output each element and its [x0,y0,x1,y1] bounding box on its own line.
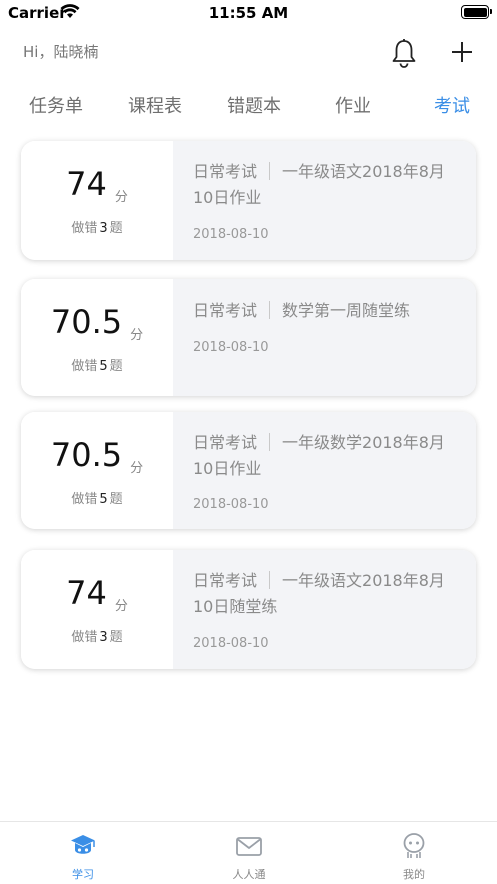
exam-card[interactable]: 74 分 做错 3 题 日常考试 一年级语文2018年8月10日随堂练 2018-08-… [21,550,476,669]
mail-icon [236,837,262,856]
exam-date: 2018-08-10 [193,636,269,651]
score-value: 74 [66,574,107,612]
exam-type: 日常考试 [193,301,258,320]
status-time: 11:55 AM [208,4,289,22]
exam-date: 2018-08-10 [193,227,269,242]
tabbar-item-study[interactable]: 学习 [33,822,133,884]
divider [269,301,271,319]
status-bar: Carrier 11:55 AM [0,0,497,26]
score-value: 70.5 [50,436,123,474]
exam-date: 2018-08-10 [193,340,269,355]
exam-name: 数学第一周随堂练 [282,301,411,320]
plus-icon[interactable] [450,40,474,64]
exam-info-panel: 日常考试 数学第一周随堂练 2018-08-10 [173,279,476,396]
divider [269,433,271,451]
exam-title: 日常考试 一年级语文2018年8月10日随堂练 [193,568,456,620]
profile-icon [403,833,425,858]
tabbar-item-me[interactable]: 我的 [364,822,464,884]
bell-icon[interactable] [390,38,418,68]
greeting-text: Hi，陆晓楠 [23,43,99,61]
exam-title: 日常考试 一年级语文2018年8月10日作业 [193,159,456,211]
wrong-count: 做错 5 题 [71,359,123,374]
tabbar-item-messages[interactable]: 人人通 [199,822,299,884]
exam-info-panel: 日常考试 一年级语文2018年8月10日作业 2018-08-10 [173,141,476,260]
exam-title: 日常考试 一年级数学2018年8月10日作业 [193,430,456,482]
tab-homework[interactable]: 作业 [335,92,371,118]
tabbar-label: 我的 [403,868,425,881]
tab-task-list[interactable]: 任务单 [29,92,83,118]
divider [269,162,271,180]
score-unit: 分 [114,599,128,614]
wrong-count: 做错 3 题 [71,221,123,236]
tabbar-label: 学习 [72,868,94,881]
tab-exam[interactable]: 考试 [434,92,470,118]
tab-schedule[interactable]: 课程表 [128,92,182,118]
tabbar-label: 人人通 [232,868,266,881]
wrong-count: 做错 5 题 [71,492,123,507]
score-unit: 分 [130,328,144,343]
score-panel: 74 分 做错 3 题 [21,141,173,260]
top-tabs: 任务单 课程表 错题本 作业 考试 [0,88,497,122]
tab-mistake-book[interactable]: 错题本 [227,92,281,118]
exam-type: 日常考试 [193,433,258,452]
exam-type: 日常考试 [193,162,258,181]
battery-icon [461,5,492,19]
score-panel: 70.5 分 做错 5 题 [21,412,173,529]
score-value: 74 [66,165,107,203]
score-unit: 分 [130,461,144,476]
exam-card[interactable]: 74 分 做错 3 题 日常考试 一年级语文2018年8月10日作业 2018-08-1… [21,141,476,260]
wrong-count: 做错 3 题 [71,630,123,645]
score-unit: 分 [114,190,128,205]
exam-card[interactable]: 70.5 分 做错 5 题 日常考试 数学第一周随堂练 2018-08-10 [21,279,476,396]
bottom-tab-bar: 学习 人人通 我的 [0,821,497,883]
graduation-cap-icon [71,835,95,854]
exam-date: 2018-08-10 [193,497,269,512]
exam-title: 日常考试 数学第一周随堂练 [193,298,456,324]
exam-info-panel: 日常考试 一年级语文2018年8月10日随堂练 2018-08-10 [173,550,476,669]
exam-card[interactable]: 70.5 分 做错 5 题 日常考试 一年级数学2018年8月10日作业 2018-08… [21,412,476,529]
divider [269,571,271,589]
score-value: 70.5 [50,303,123,341]
score-panel: 74 分 做错 3 题 [21,550,173,669]
exam-type: 日常考试 [193,571,258,590]
header: Hi，陆晓楠 [0,30,497,76]
score-panel: 70.5 分 做错 5 题 [21,279,173,396]
exam-info-panel: 日常考试 一年级数学2018年8月10日作业 2018-08-10 [173,412,476,529]
